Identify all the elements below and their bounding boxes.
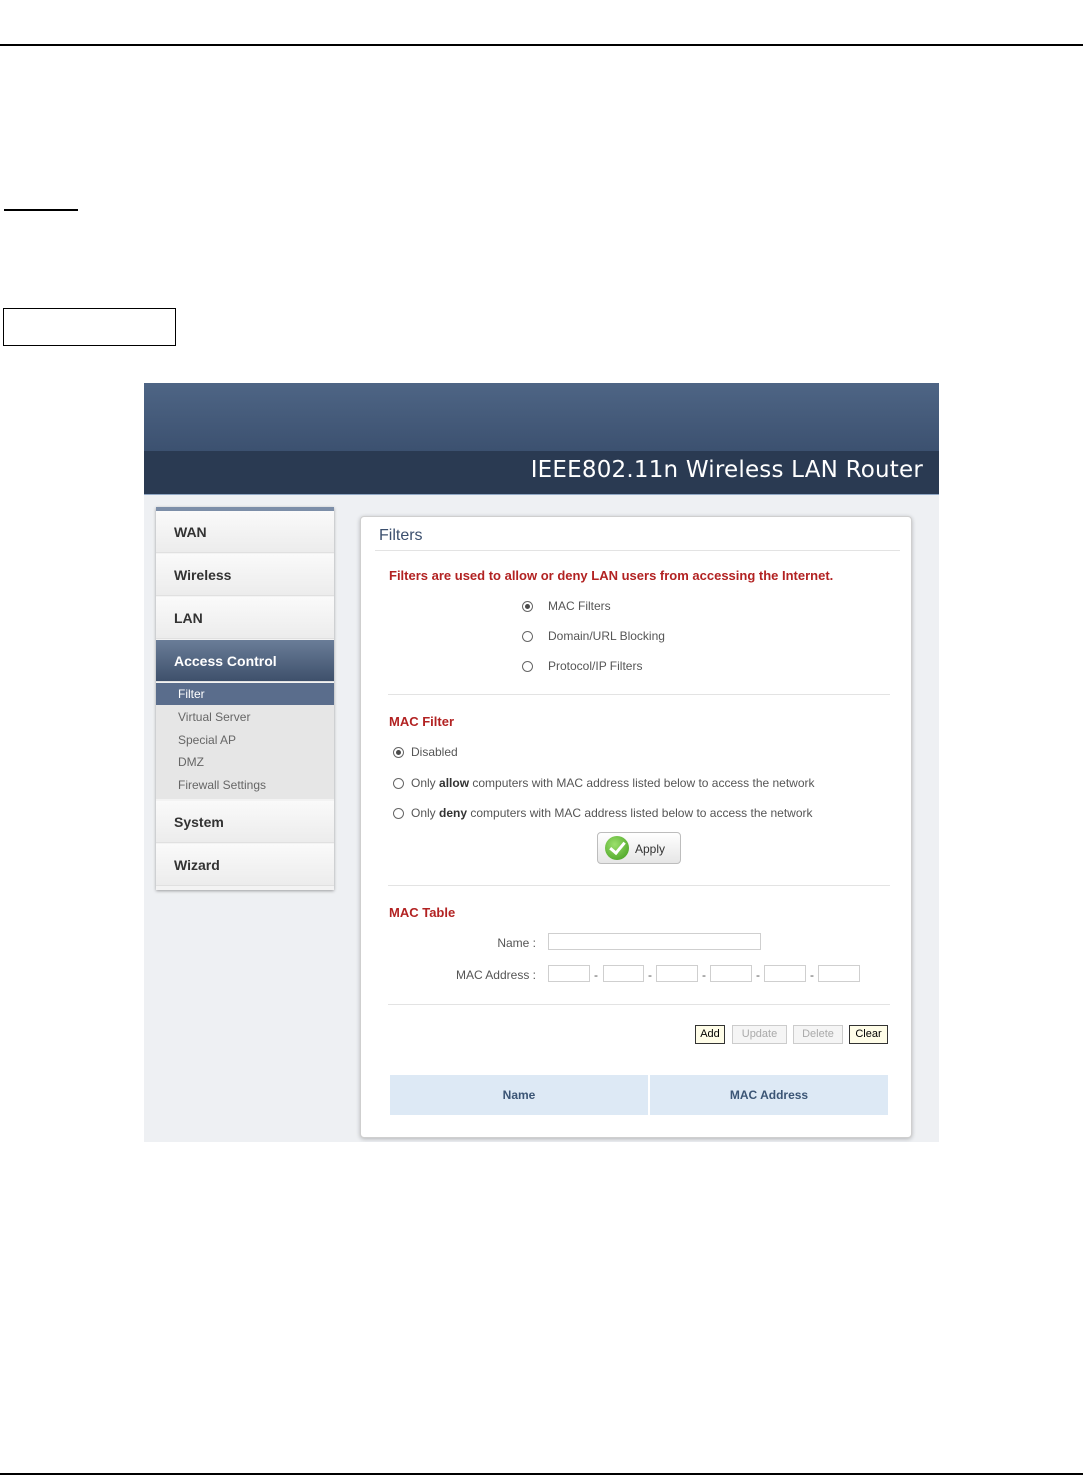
page-top-rule bbox=[0, 44, 1083, 46]
column-header-mac-address: MAC Address bbox=[729, 1088, 809, 1102]
mac-separator: - bbox=[702, 968, 706, 982]
mac-octet-input-4[interactable] bbox=[710, 965, 752, 982]
sidebar: WAN Wireless LAN Access Control Filter V… bbox=[156, 507, 334, 890]
page-bottom-rule bbox=[0, 1473, 1083, 1475]
radio-domain-url-blocking[interactable] bbox=[522, 631, 533, 642]
submenu-item-virtual-server[interactable]: Virtual Server bbox=[156, 706, 334, 728]
mac-octet-input-2[interactable] bbox=[603, 965, 644, 982]
column-header-name: Name bbox=[502, 1088, 536, 1102]
option-label-domain-url-blocking: Domain/URL Blocking bbox=[548, 629, 665, 643]
mac-octet-input-3[interactable] bbox=[656, 965, 698, 982]
option-label-mac-filters: MAC Filters bbox=[548, 599, 611, 613]
radio-mac-filters[interactable] bbox=[522, 601, 533, 612]
add-button[interactable]: Add bbox=[695, 1025, 725, 1044]
submenu-item-dmz[interactable]: DMZ bbox=[156, 751, 334, 773]
mac-separator: - bbox=[756, 968, 760, 982]
panel-title: Filters bbox=[379, 527, 423, 544]
mac-octet-input-6[interactable] bbox=[818, 965, 860, 982]
mac-table-heading: MAC Table bbox=[389, 905, 456, 920]
filters-panel: Filters Filters are used to allow or den… bbox=[360, 516, 912, 1138]
filters-intro: Filters are used to allow or deny LAN us… bbox=[389, 568, 834, 583]
name-label: Name : bbox=[497, 936, 536, 950]
mac-separator: - bbox=[594, 968, 598, 982]
mac-filter-heading: MAC Filter bbox=[389, 714, 454, 729]
mac-separator: - bbox=[648, 968, 652, 982]
delete-button[interactable]: Delete bbox=[793, 1025, 843, 1044]
divider bbox=[388, 885, 890, 886]
apply-button-label: Apply bbox=[635, 842, 666, 856]
name-input[interactable] bbox=[548, 933, 761, 950]
radio-mac-filter-disabled[interactable] bbox=[393, 747, 404, 758]
divider bbox=[388, 694, 890, 695]
mac-octet-input-5[interactable] bbox=[764, 965, 806, 982]
sidebar-item-wizard[interactable]: Wizard bbox=[156, 844, 334, 886]
mac-address-label: MAC Address : bbox=[455, 968, 536, 982]
sidebar-item-wireless[interactable]: Wireless bbox=[156, 554, 334, 596]
clear-button[interactable]: Clear bbox=[849, 1025, 888, 1044]
sidebar-item-system[interactable]: System bbox=[156, 801, 334, 843]
update-button[interactable]: Update bbox=[732, 1025, 787, 1044]
submenu-item-firewall-settings[interactable]: Firewall Settings bbox=[156, 774, 334, 796]
radio-protocol-ip-filters[interactable] bbox=[522, 661, 533, 672]
app-title: IEEE802.11n Wireless LAN Router bbox=[530, 457, 923, 483]
sidebar-item-lan[interactable]: LAN bbox=[156, 597, 334, 639]
apply-button[interactable]: Apply bbox=[597, 832, 681, 864]
router-ui: IEEE802.11n Wireless LAN Router WAN Wire… bbox=[144, 383, 939, 1142]
option-label-allow: Only allow computers with MAC address li… bbox=[411, 776, 815, 790]
radio-mac-filter-deny[interactable] bbox=[393, 808, 404, 819]
mac-table-header: Name MAC Address bbox=[390, 1075, 888, 1115]
banner bbox=[144, 383, 939, 451]
mac-octet-input-1[interactable] bbox=[548, 965, 590, 982]
divider bbox=[375, 550, 900, 551]
divider bbox=[388, 1004, 890, 1005]
option-label-protocol-ip-filters: Protocol/IP Filters bbox=[548, 659, 643, 673]
heading-underline bbox=[4, 209, 78, 211]
option-label-deny: Only deny computers with MAC address lis… bbox=[411, 806, 813, 820]
checkmark-icon bbox=[605, 836, 629, 860]
label-box bbox=[3, 308, 176, 346]
sidebar-item-wan[interactable]: WAN bbox=[156, 511, 334, 553]
submenu-item-special-ap[interactable]: Special AP bbox=[156, 729, 334, 751]
option-label-disabled: Disabled bbox=[411, 745, 458, 759]
submenu-item-filter[interactable]: Filter bbox=[156, 683, 334, 705]
access-control-submenu: Filter Virtual Server Special AP DMZ Fir… bbox=[156, 683, 334, 799]
mac-separator: - bbox=[810, 968, 814, 982]
radio-mac-filter-allow[interactable] bbox=[393, 778, 404, 789]
sidebar-item-access-control[interactable]: Access Control bbox=[156, 640, 334, 682]
